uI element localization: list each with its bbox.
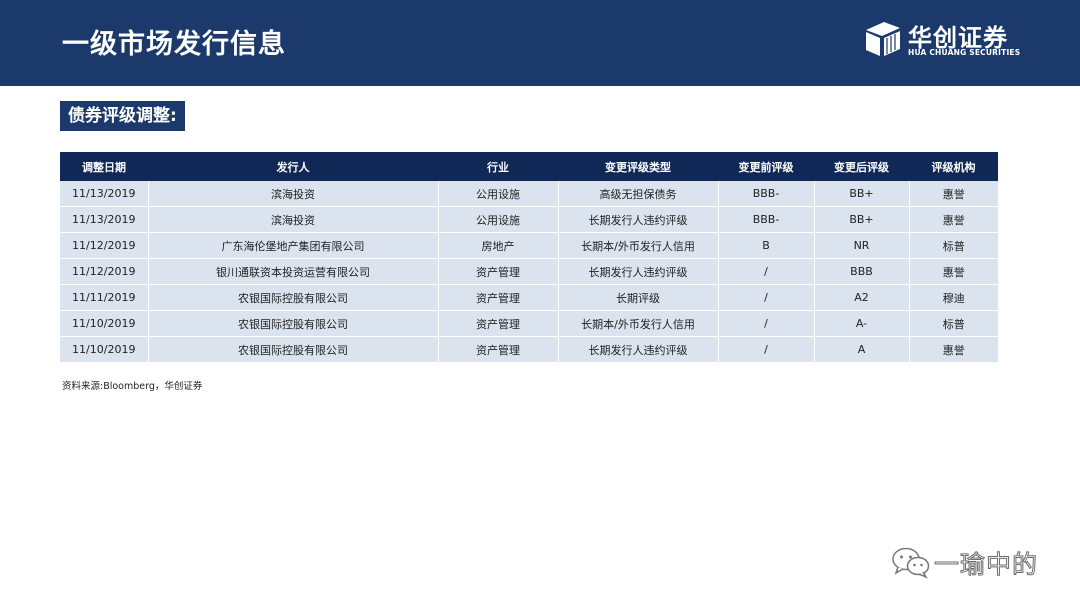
- table-cell: /: [717, 258, 814, 285]
- table-row: 11/10/2019 农银国际控股有限公司 资产管理 长期本/外币发行人信用 /…: [60, 310, 998, 337]
- watermark-text: 一瑜中的: [933, 550, 1039, 580]
- table-cell: 11/12/2019: [60, 258, 148, 285]
- column-header: 评级机构: [909, 152, 998, 181]
- table-row: 11/13/2019 滨海投资 公用设施 长期发行人违约评级 BBB- BB+ …: [60, 206, 998, 233]
- table-cell: 长期评级: [557, 284, 718, 311]
- table-cell: 资产管理: [437, 336, 558, 363]
- table-cell: 房地产: [437, 232, 558, 259]
- table-cell: BBB-: [717, 181, 814, 207]
- watermark: 一瑜中的: [890, 543, 1060, 580]
- table-cell: 标普: [908, 310, 998, 337]
- table-cell: 资产管理: [437, 310, 558, 337]
- table-cell: /: [717, 336, 814, 363]
- header-bar: 一级市场发行信息 华创证券 HUA CHUANG SECURITIES: [0, 0, 1080, 86]
- table-header-row: 调整日期 发行人 行业 变更评级类型 变更前评级 变更后评级 评级机构: [60, 152, 998, 181]
- table-cell: 惠誉: [908, 181, 998, 207]
- table-cell: 长期本/外币发行人信用: [557, 232, 718, 259]
- table-cell: 标普: [908, 232, 998, 259]
- source-note: 资料来源:Bloomberg，华创证券: [62, 381, 203, 392]
- table-cell: 农银国际控股有限公司: [147, 310, 438, 337]
- table-cell: 11/13/2019: [60, 181, 148, 207]
- table-cell: 公用设施: [437, 206, 558, 233]
- table-row: 11/13/2019 滨海投资 公用设施 高级无担保债务 BBB- BB+ 惠誉: [60, 181, 998, 207]
- logo: 华创证券 HUA CHUANG SECURITIES: [864, 20, 1024, 60]
- table-cell: 11/13/2019: [60, 206, 148, 233]
- bond-rating-table: 调整日期 发行人 行业 变更评级类型 变更前评级 变更后评级 评级机构 11/1…: [60, 152, 998, 363]
- table-cell: A-: [813, 310, 909, 337]
- table-row: 11/12/2019 银川通联资本投资运营有限公司 资产管理 长期发行人违约评级…: [60, 258, 998, 285]
- table-row: 11/11/2019 农银国际控股有限公司 资产管理 长期评级 / A2 穆迪: [60, 284, 998, 311]
- table-cell: 11/12/2019: [60, 232, 148, 259]
- table-cell: 资产管理: [437, 258, 558, 285]
- table-row: 11/12/2019 广东海伦堡地产集团有限公司 房地产 长期本/外币发行人信用…: [60, 232, 998, 259]
- table-cell: 惠誉: [908, 258, 998, 285]
- table-cell: BB+: [813, 206, 909, 233]
- column-header: 行业: [438, 152, 558, 181]
- table-cell: 长期本/外币发行人信用: [557, 310, 718, 337]
- table-cell: BB+: [813, 181, 909, 207]
- table-cell: 公用设施: [437, 181, 558, 207]
- table-cell: A: [813, 336, 909, 363]
- page-title: 一级市场发行信息: [62, 29, 286, 60]
- table-cell: 11/10/2019: [60, 310, 148, 337]
- logo-english-name: HUA CHUANG SECURITIES: [908, 48, 1021, 57]
- table-cell: 惠誉: [908, 336, 998, 363]
- table-cell: B: [717, 232, 814, 259]
- table-cell: 穆迪: [908, 284, 998, 311]
- table-cell: 广东海伦堡地产集团有限公司: [147, 232, 438, 259]
- table-cell: 高级无担保债务: [557, 181, 718, 207]
- logo-cube-icon: [866, 22, 900, 56]
- table-cell: 滨海投资: [147, 181, 438, 207]
- column-header: 调整日期: [60, 152, 148, 181]
- table-cell: BBB: [813, 258, 909, 285]
- table-cell: 资产管理: [437, 284, 558, 311]
- table-cell: 长期发行人违约评级: [557, 206, 718, 233]
- table-cell: 11/11/2019: [60, 284, 148, 311]
- table-cell: 惠誉: [908, 206, 998, 233]
- table-cell: 农银国际控股有限公司: [147, 284, 438, 311]
- column-header: 变更前评级: [718, 152, 814, 181]
- column-header: 变更评级类型: [558, 152, 718, 181]
- table-cell: 银川通联资本投资运营有限公司: [147, 258, 438, 285]
- table-cell: 长期发行人违约评级: [557, 336, 718, 363]
- table-cell: 11/10/2019: [60, 336, 148, 363]
- table-cell: 农银国际控股有限公司: [147, 336, 438, 363]
- table-cell: A2: [813, 284, 909, 311]
- column-header: 发行人: [148, 152, 438, 181]
- wechat-icon: [892, 547, 930, 579]
- table-cell: /: [717, 284, 814, 311]
- table-cell: /: [717, 310, 814, 337]
- table-cell: 长期发行人违约评级: [557, 258, 718, 285]
- table-cell: 滨海投资: [147, 206, 438, 233]
- table-cell: BBB-: [717, 206, 814, 233]
- column-header: 变更后评级: [814, 152, 909, 181]
- table-cell: NR: [813, 232, 909, 259]
- section-title: 债券评级调整:: [60, 101, 185, 131]
- table-row: 11/10/2019 农银国际控股有限公司 资产管理 长期发行人违约评级 / A…: [60, 336, 998, 363]
